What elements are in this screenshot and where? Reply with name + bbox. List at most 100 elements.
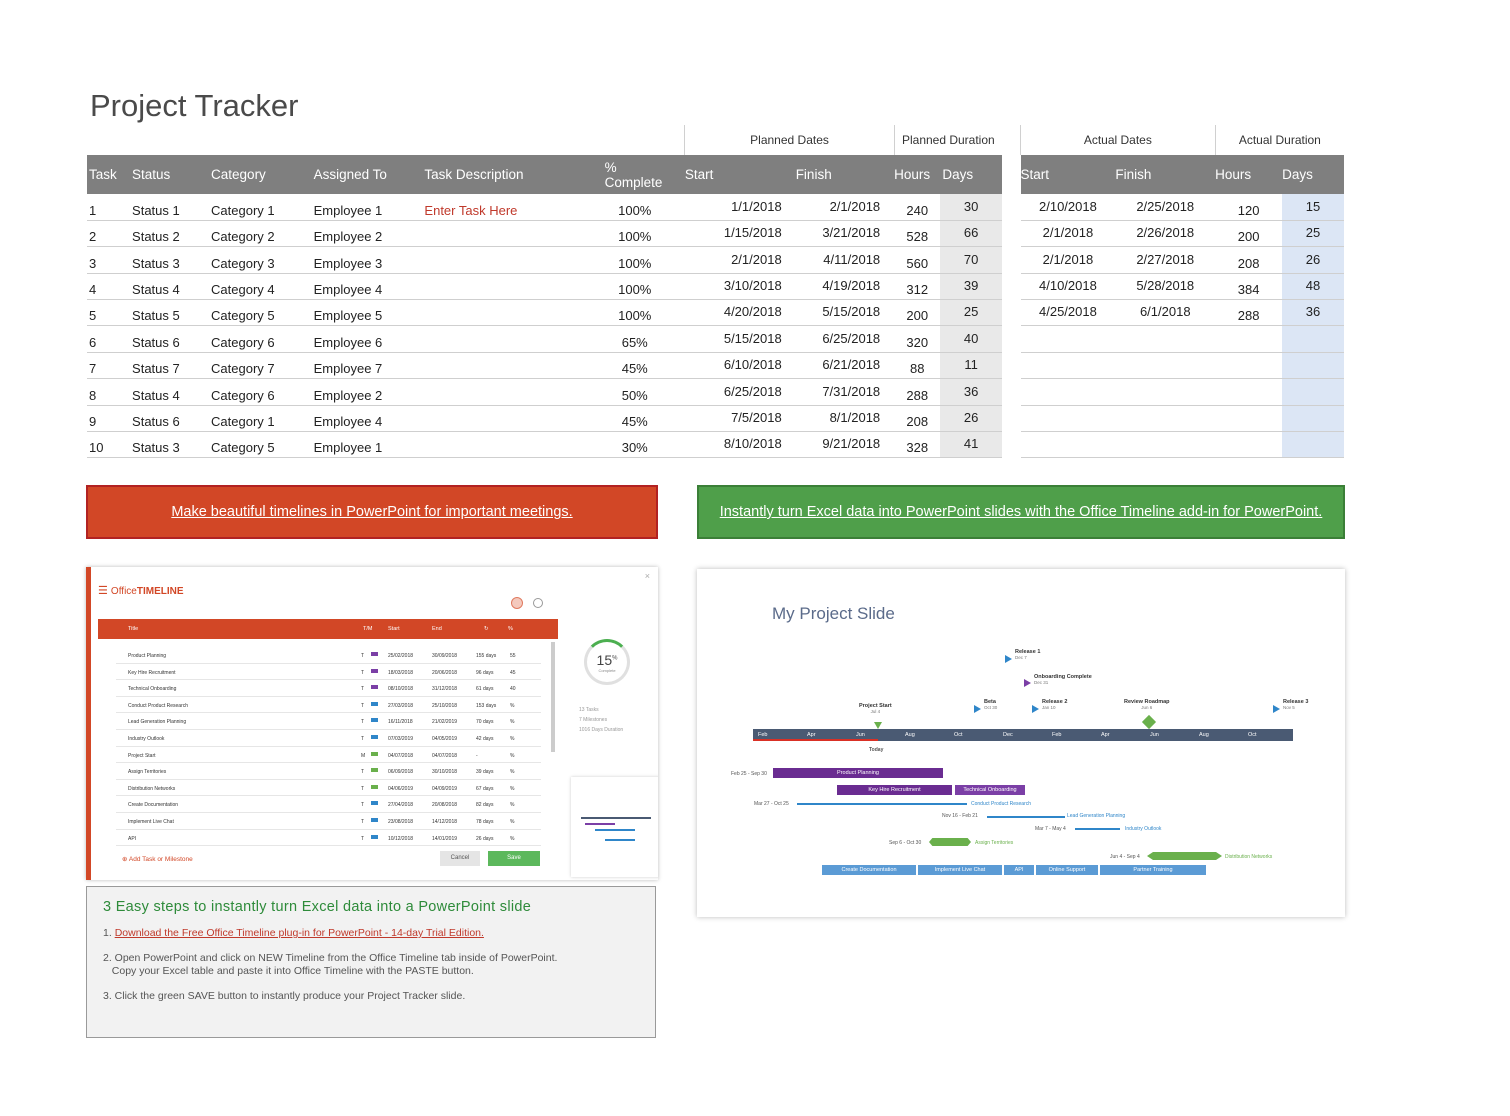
cell-hours[interactable]: 328 — [894, 431, 941, 459]
cell-hours[interactable]: 312 — [894, 273, 941, 301]
cell-assigned[interactable]: Employee 2 — [309, 378, 421, 406]
cell-task[interactable]: 6 — [87, 325, 129, 353]
cell-assigned[interactable]: Employee 5 — [309, 299, 421, 327]
shape-icon[interactable] — [371, 685, 378, 690]
cell-assigned[interactable]: Employee 4 — [309, 273, 421, 301]
cell-finish[interactable]: 7/31/2018 — [795, 378, 895, 406]
cell-days[interactable]: 41 — [940, 431, 1002, 459]
cell-finish[interactable]: 3/21/2018 — [795, 220, 895, 248]
cell-days[interactable]: 11 — [940, 352, 1002, 380]
cell-actual-hours[interactable]: 200 — [1215, 220, 1283, 248]
shape-icon[interactable] — [371, 751, 378, 756]
cell-actual-start[interactable]: 2/1/2018 — [1020, 220, 1116, 248]
cell-task[interactable]: 8 — [87, 378, 129, 406]
cell-hours[interactable]: 240 — [894, 194, 941, 221]
cell-category[interactable]: Category 7 — [207, 352, 310, 380]
cell-actual-start[interactable]: 2/1/2018 — [1020, 246, 1116, 274]
cell-actual-days[interactable]: 36 — [1282, 299, 1344, 327]
cell-assigned[interactable]: Employee 7 — [309, 352, 421, 380]
cell-actual-finish[interactable]: 2/25/2018 — [1115, 194, 1216, 221]
cell-actual-finish[interactable] — [1115, 325, 1216, 353]
cell-days[interactable]: 70 — [940, 246, 1002, 274]
cell-actual-days[interactable]: 48 — [1282, 273, 1344, 301]
cell-status[interactable]: Status 3 — [128, 246, 208, 274]
cell-actual-days[interactable] — [1282, 405, 1344, 433]
cell-start[interactable]: 7/5/2018 — [684, 405, 796, 433]
cell-actual-finish[interactable] — [1115, 378, 1216, 406]
cell-start[interactable]: 1/1/2018 — [684, 194, 796, 221]
cell-actual-days[interactable]: 15 — [1282, 194, 1344, 221]
cell-category[interactable]: Category 6 — [207, 325, 310, 353]
cell-hours[interactable]: 528 — [894, 220, 941, 248]
cell-actual-hours[interactable] — [1215, 325, 1283, 353]
cell-days[interactable]: 66 — [940, 220, 1002, 248]
cell-task[interactable]: 5 — [87, 299, 129, 327]
history-icon[interactable] — [533, 598, 543, 608]
cell-actual-hours[interactable]: 384 — [1215, 273, 1283, 301]
cell-start[interactable]: 4/20/2018 — [684, 299, 796, 327]
cell-status[interactable]: Status 6 — [128, 325, 208, 353]
cell-actual-days[interactable] — [1282, 325, 1344, 353]
cell-actual-finish[interactable]: 2/27/2018 — [1115, 246, 1216, 274]
cell-actual-start[interactable] — [1020, 431, 1116, 459]
cell-pct[interactable]: 65% — [584, 325, 685, 353]
scrollbar[interactable] — [551, 642, 555, 752]
cell-desc[interactable] — [420, 299, 585, 327]
cell-days[interactable]: 26 — [940, 405, 1002, 433]
cell-finish[interactable]: 8/1/2018 — [795, 405, 895, 433]
add-task-button[interactable]: ⊕ Add Task or Milestone — [122, 855, 193, 863]
cell-assigned[interactable]: Employee 6 — [309, 325, 421, 353]
ot-task-row[interactable]: Assign Territories T 06/09/2018 30/10/2018 3… — [116, 763, 541, 780]
cell-task[interactable]: 7 — [87, 352, 129, 380]
cell-status[interactable]: Status 5 — [128, 299, 208, 327]
cell-assigned[interactable]: Employee 2 — [309, 220, 421, 248]
cell-actual-hours[interactable]: 288 — [1215, 299, 1283, 327]
cell-actual-start[interactable] — [1020, 352, 1116, 380]
cell-pct[interactable]: 100% — [584, 246, 685, 274]
cell-hours[interactable]: 208 — [894, 405, 941, 433]
cell-pct[interactable]: 100% — [584, 299, 685, 327]
cell-task[interactable]: 1 — [87, 194, 129, 221]
cell-desc[interactable] — [420, 405, 585, 433]
cell-category[interactable]: Category 3 — [207, 246, 310, 274]
cell-hours[interactable]: 560 — [894, 246, 941, 274]
cell-desc[interactable] — [420, 378, 585, 406]
cell-task[interactable]: 4 — [87, 273, 129, 301]
ot-task-row[interactable]: Industry Outlook T 07/03/2019 04/05/2019 42 … — [116, 730, 541, 747]
cell-actual-finish[interactable] — [1115, 405, 1216, 433]
cell-actual-finish[interactable]: 5/28/2018 — [1115, 273, 1216, 301]
cell-assigned[interactable]: Employee 4 — [309, 405, 421, 433]
cell-category[interactable]: Category 4 — [207, 273, 310, 301]
cell-hours[interactable]: 88 — [894, 352, 941, 380]
cell-task[interactable]: 3 — [87, 246, 129, 274]
cell-pct[interactable]: 100% — [584, 194, 685, 221]
shape-icon[interactable] — [371, 701, 378, 706]
cell-pct[interactable]: 45% — [584, 405, 685, 433]
cell-actual-hours[interactable] — [1215, 405, 1283, 433]
cell-status[interactable]: Status 4 — [128, 273, 208, 301]
cell-start[interactable]: 8/10/2018 — [684, 431, 796, 459]
shape-icon[interactable] — [371, 834, 378, 839]
cell-task[interactable]: 2 — [87, 220, 129, 248]
cell-hours[interactable]: 320 — [894, 325, 941, 353]
cell-desc[interactable] — [420, 352, 585, 380]
ot-task-row[interactable]: API T 10/12/2018 14/01/2019 26 days% — [116, 830, 541, 847]
cell-start[interactable]: 6/25/2018 — [684, 378, 796, 406]
cell-actual-finish[interactable] — [1115, 431, 1216, 459]
shape-icon[interactable] — [371, 818, 378, 822]
cell-actual-hours[interactable] — [1215, 378, 1283, 406]
cell-finish[interactable]: 9/21/2018 — [795, 431, 895, 459]
download-plugin-link[interactable]: Download the Free Office Timeline plug-i… — [115, 927, 484, 939]
cell-category[interactable]: Category 6 — [207, 378, 310, 406]
cell-start[interactable]: 5/15/2018 — [684, 325, 796, 353]
cell-actual-finish[interactable]: 6/1/2018 — [1115, 299, 1216, 327]
cell-hours[interactable]: 200 — [894, 299, 941, 327]
cell-pct[interactable]: 30% — [584, 431, 685, 459]
cell-finish[interactable]: 6/25/2018 — [795, 325, 895, 353]
cell-desc[interactable] — [420, 273, 585, 301]
shape-icon[interactable] — [371, 652, 378, 656]
cell-finish[interactable]: 4/19/2018 — [795, 273, 895, 301]
cell-desc[interactable] — [420, 325, 585, 353]
cell-actual-finish[interactable]: 2/26/2018 — [1115, 220, 1216, 248]
cell-actual-start[interactable]: 2/10/2018 — [1020, 194, 1116, 221]
